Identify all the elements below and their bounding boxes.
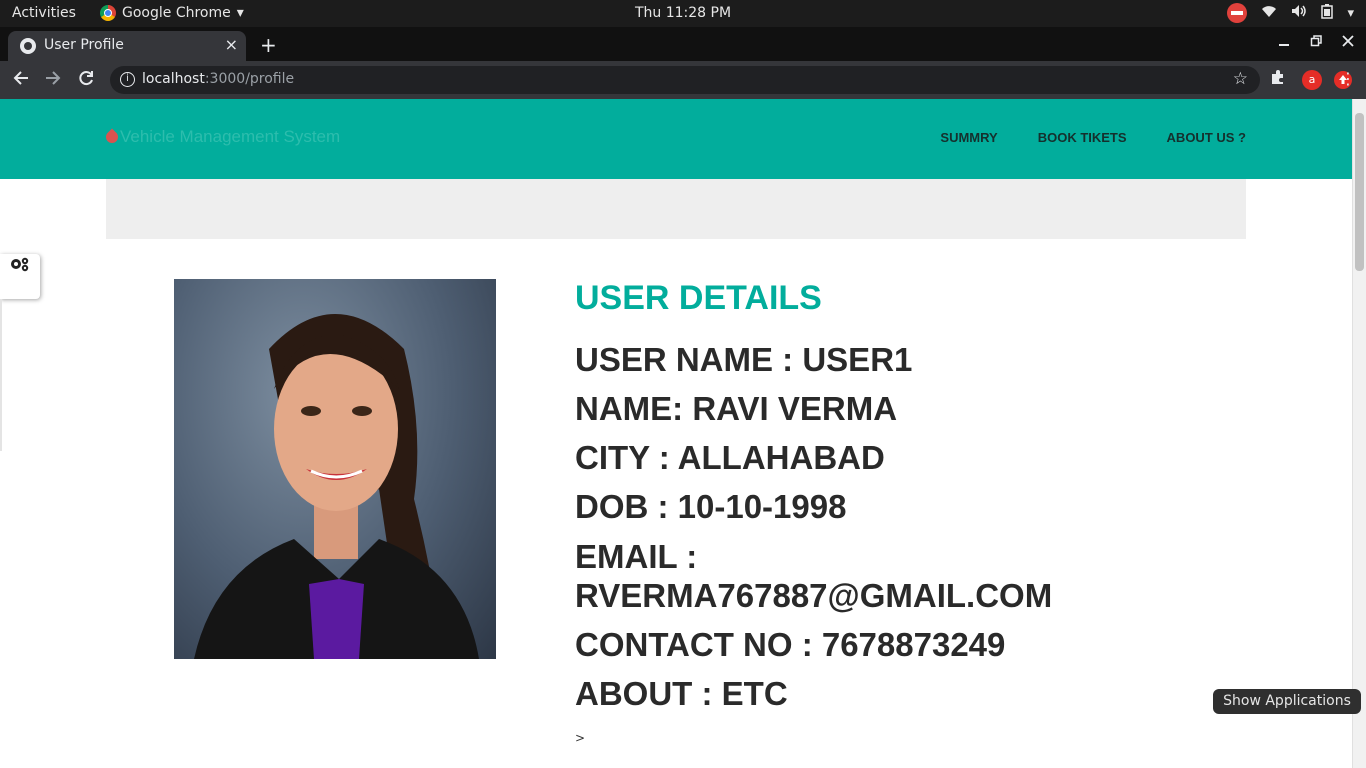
volume-icon [1291,4,1307,22]
settings-panel-toggle[interactable] [0,254,40,299]
detail-city: CITY : ALLAHABAD [575,439,885,476]
profile-photo [174,279,496,659]
battery-icon [1321,3,1334,23]
kebab-menu-icon[interactable]: ⋮ [1340,69,1356,88]
banner-strip [106,179,1246,239]
minimize-icon[interactable] [1278,35,1290,51]
reload-icon[interactable] [77,69,95,92]
scrollbar-thumb[interactable] [1355,113,1364,271]
page-scrollbar[interactable] [1352,99,1366,768]
detail-name: NAME: RAVI VERMA [575,390,898,427]
extension-badge[interactable]: a [1302,70,1322,90]
new-tab-button[interactable]: + [260,33,277,57]
user-details: USER DETAILS USER NAME : USER1 NAME: RAV… [575,277,1135,724]
extensions-icon[interactable] [1270,69,1286,89]
brand-name: Vehicle Management System [120,127,341,146]
site-header: Vehicle Management System SUMMRY BOOK TI… [0,99,1352,179]
window-controls [1278,35,1354,51]
back-icon[interactable] [12,69,30,92]
forward-icon[interactable] [44,69,62,92]
address-bar[interactable]: i localhost:3000/profile ☆ [110,66,1260,94]
wifi-icon [1261,4,1277,22]
details-heading: USER DETAILS [575,279,822,317]
drop-icon [103,128,121,146]
url-text[interactable]: localhost:3000/profile [142,71,294,87]
system-top-bar: Activities Google Chrome ▾ Thu 11:28 PM … [0,0,1366,27]
system-tray[interactable]: ▾ [1227,3,1354,23]
detail-username: USER NAME : USER1 [575,341,913,378]
settings-panel-edge [0,299,2,451]
nav-summry[interactable]: SUMMRY [940,130,997,145]
close-tab-icon[interactable]: × [225,35,238,54]
tab-strip: User Profile × + [0,27,1366,61]
detail-contact: CONTACT NO : 7678873249 [575,626,1006,663]
main-nav: SUMMRY BOOK TIKETS ABOUT US ? [940,130,1246,145]
detail-about: ABOUT : ETC [575,675,788,712]
brand-logo[interactable]: Vehicle Management System [103,127,341,147]
show-applications-tooltip: Show Applications [1213,689,1361,714]
gears-icon [9,256,31,278]
detail-email: EMAIL : RVERMA767887@GMAIL.COM [575,538,1053,614]
page-viewport: Vehicle Management System SUMMRY BOOK TI… [0,99,1352,768]
nav-about-us[interactable]: ABOUT US ? [1167,130,1246,145]
clock[interactable]: Thu 11:28 PM [0,5,1366,21]
browser-toolbar: i localhost:3000/profile ☆ a ⋮ [0,61,1366,99]
detail-dob: DOB : 10-10-1998 [575,488,847,525]
restore-icon[interactable] [1310,35,1322,51]
close-window-icon[interactable] [1342,35,1354,51]
nav-book-tikets[interactable]: BOOK TIKETS [1038,130,1127,145]
stray-text: > [575,731,586,745]
chevron-down-icon[interactable]: ▾ [1347,6,1354,21]
site-info-icon[interactable]: i [120,72,135,87]
bookmark-star-icon[interactable]: ☆ [1233,69,1248,89]
do-not-disturb-icon[interactable] [1227,3,1248,23]
globe-icon [20,38,36,54]
tab-title: User Profile [44,37,124,53]
tab-user-profile[interactable]: User Profile × [8,31,246,61]
